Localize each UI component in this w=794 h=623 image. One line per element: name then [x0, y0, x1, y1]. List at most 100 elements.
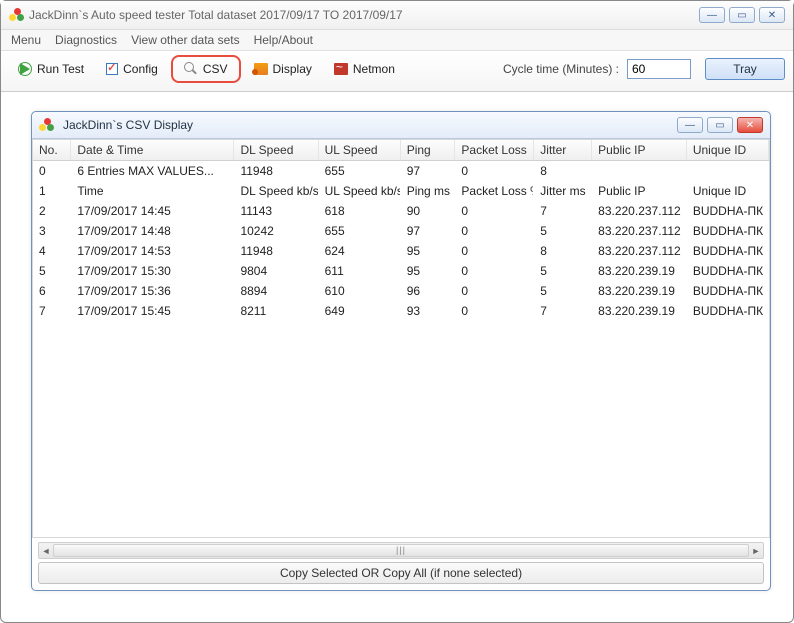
cell-no: 2	[33, 201, 71, 221]
col-dl-speed[interactable]: DL Speed	[234, 140, 318, 161]
cell-jit: 8	[534, 161, 592, 182]
table-row[interactable]: 717/09/2017 15:458211649930783.220.239.1…	[33, 301, 769, 321]
cell-dl: 9804	[234, 261, 318, 281]
col-ul-speed[interactable]: UL Speed	[318, 140, 400, 161]
cell-dt: 17/09/2017 15:36	[71, 281, 234, 301]
col-packet-loss[interactable]: Packet Loss	[455, 140, 534, 161]
child-title: JackDinn`s CSV Display	[63, 118, 193, 132]
cell-no: 1	[33, 181, 71, 201]
table-row[interactable]: 417/09/2017 14:5311948624950883.220.237.…	[33, 241, 769, 261]
child-titlebar: JackDinn`s CSV Display — ▭ ✕	[32, 112, 770, 139]
child-close-button[interactable]: ✕	[737, 117, 763, 133]
cell-no: 7	[33, 301, 71, 321]
cell-ip	[592, 161, 687, 182]
copy-button[interactable]: Copy Selected OR Copy All (if none selec…	[38, 562, 764, 584]
cell-jit: 5	[534, 221, 592, 241]
cell-no: 6	[33, 281, 71, 301]
netmon-button[interactable]: Netmon	[325, 58, 404, 80]
config-label: Config	[123, 62, 158, 76]
cell-ul: 649	[318, 301, 400, 321]
cell-dl: 11948	[234, 241, 318, 261]
cell-ul: UL Speed kb/s	[318, 181, 400, 201]
cell-uid: BUDDHA-ПК	[686, 261, 768, 281]
cell-ul: 655	[318, 221, 400, 241]
cell-uid	[686, 161, 768, 182]
menu-menu[interactable]: Menu	[11, 33, 41, 47]
col-datetime[interactable]: Date & Time	[71, 140, 234, 161]
cell-ping: 95	[400, 261, 455, 281]
display-icon	[254, 63, 268, 75]
cell-no: 5	[33, 261, 71, 281]
csv-button-highlight: CSV	[171, 55, 241, 83]
toolbar: Run Test Config CSV Display Netmon Cycle…	[1, 51, 793, 92]
col-public-ip[interactable]: Public IP	[592, 140, 687, 161]
cell-ul: 618	[318, 201, 400, 221]
cell-ul: 655	[318, 161, 400, 182]
table-row[interactable]: 617/09/2017 15:368894610960583.220.239.1…	[33, 281, 769, 301]
cell-dt: 17/09/2017 14:45	[71, 201, 234, 221]
col-ping[interactable]: Ping	[400, 140, 455, 161]
horizontal-scrollbar[interactable]: ◄ ||| ►	[38, 542, 764, 559]
col-unique-id[interactable]: Unique ID	[686, 140, 768, 161]
cell-ip: Public IP	[592, 181, 687, 201]
menu-diagnostics[interactable]: Diagnostics	[55, 33, 117, 47]
menubar: Menu Diagnostics View other data sets He…	[1, 30, 793, 51]
col-jitter[interactable]: Jitter	[534, 140, 592, 161]
csv-display-window: JackDinn`s CSV Display — ▭ ✕ No. Date & …	[31, 111, 771, 591]
main-titlebar: JackDinn`s Auto speed tester Total datas…	[1, 1, 793, 30]
cell-no: 3	[33, 221, 71, 241]
cell-ip: 83.220.239.19	[592, 281, 687, 301]
cell-ul: 624	[318, 241, 400, 261]
config-icon	[106, 63, 118, 75]
child-maximize-button[interactable]: ▭	[707, 117, 733, 133]
csv-button[interactable]: CSV	[179, 59, 233, 79]
child-minimize-button[interactable]: —	[677, 117, 703, 133]
cell-dt: 17/09/2017 15:30	[71, 261, 234, 281]
cell-no: 0	[33, 161, 71, 182]
display-label: Display	[273, 62, 312, 76]
grid-header-row: No. Date & Time DL Speed UL Speed Ping P…	[33, 140, 769, 161]
cell-dl: 11143	[234, 201, 318, 221]
table-row[interactable]: 517/09/2017 15:309804611950583.220.239.1…	[33, 261, 769, 281]
menu-view-other[interactable]: View other data sets	[131, 33, 240, 47]
cell-uid: BUDDHA-ПК	[686, 281, 768, 301]
run-test-label: Run Test	[37, 62, 84, 76]
cell-dt: 17/09/2017 15:45	[71, 301, 234, 321]
table-row[interactable]: 317/09/2017 14:4810242655970583.220.237.…	[33, 221, 769, 241]
cell-dl: 11948	[234, 161, 318, 182]
tray-button[interactable]: Tray	[705, 58, 785, 80]
scroll-left-icon[interactable]: ◄	[39, 543, 53, 558]
cell-dt: 17/09/2017 14:53	[71, 241, 234, 261]
cell-pl: 0	[455, 201, 534, 221]
cell-pl: Packet Loss %	[455, 181, 534, 201]
menu-help-about[interactable]: Help/About	[254, 33, 313, 47]
csv-grid: No. Date & Time DL Speed UL Speed Ping P…	[32, 139, 770, 538]
cell-jit: Jitter ms	[534, 181, 592, 201]
cell-jit: 7	[534, 201, 592, 221]
config-button[interactable]: Config	[97, 58, 167, 80]
table-row[interactable]: 217/09/2017 14:4511143618900783.220.237.…	[33, 201, 769, 221]
minimize-button[interactable]: —	[699, 7, 725, 23]
cell-jit: 5	[534, 281, 592, 301]
cell-pl: 0	[455, 221, 534, 241]
cell-ul: 610	[318, 281, 400, 301]
cell-ip: 83.220.239.19	[592, 261, 687, 281]
play-icon	[18, 62, 32, 76]
cell-uid: BUDDHA-ПК	[686, 221, 768, 241]
cell-pl: 0	[455, 161, 534, 182]
col-no[interactable]: No.	[33, 140, 71, 161]
scroll-right-icon[interactable]: ►	[749, 543, 763, 558]
close-button[interactable]: ✕	[759, 7, 785, 23]
cell-dt: 6 Entries MAX VALUES...	[71, 161, 234, 182]
table-row[interactable]: 06 Entries MAX VALUES...119486559708	[33, 161, 769, 182]
cell-ping: 95	[400, 241, 455, 261]
cell-jit: 7	[534, 301, 592, 321]
table-row[interactable]: 1TimeDL Speed kb/sUL Speed kb/sPing msPa…	[33, 181, 769, 201]
maximize-button[interactable]: ▭	[729, 7, 755, 23]
cell-dt: Time	[71, 181, 234, 201]
display-button[interactable]: Display	[245, 58, 321, 80]
cell-ping: Ping ms	[400, 181, 455, 201]
run-test-button[interactable]: Run Test	[9, 58, 93, 80]
cycle-time-input[interactable]	[627, 59, 691, 79]
cell-jit: 8	[534, 241, 592, 261]
